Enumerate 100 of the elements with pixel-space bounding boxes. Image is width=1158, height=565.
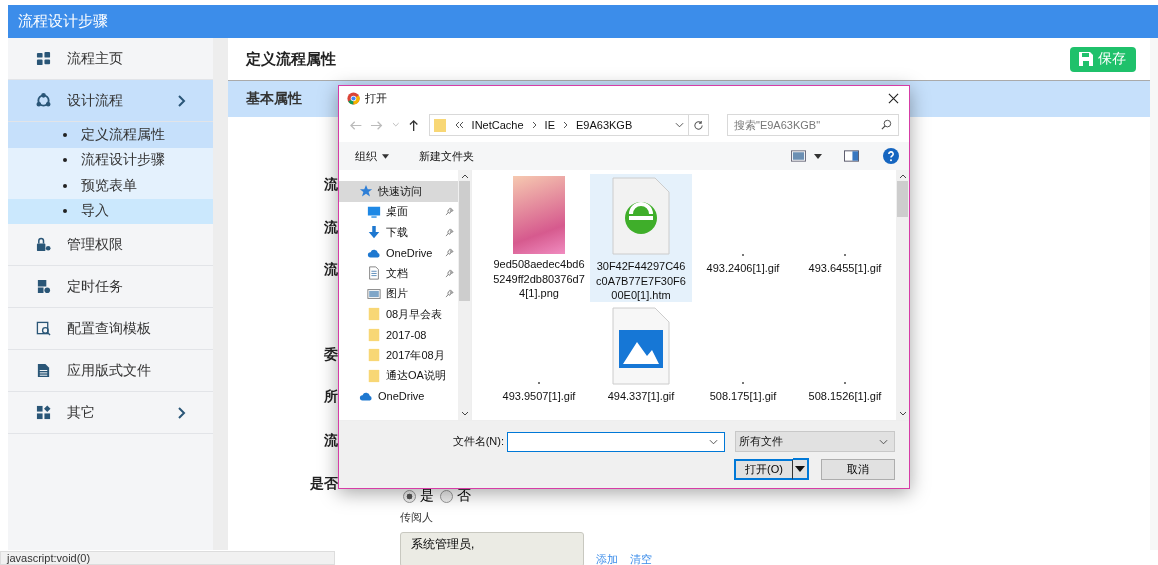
scroll-down-icon[interactable]: [460, 411, 469, 416]
bullet-icon: [63, 132, 67, 137]
form-label: 流: [324, 432, 338, 450]
scrollbar[interactable]: [458, 170, 471, 420]
link[interactable]: 添加: [596, 552, 618, 565]
form-label: 流: [324, 261, 338, 279]
document-icon: [36, 363, 51, 378]
cancel-button[interactable]: 取消: [821, 458, 895, 480]
file-item[interactable]: 493.2406[1].gif: [692, 174, 794, 302]
dropdown-icon: [674, 122, 684, 128]
grid-icon: [36, 405, 51, 420]
submenu-item[interactable]: 导入: [8, 198, 213, 224]
chevron-icon: [563, 121, 568, 129]
file-item[interactable]: 30F42F44297C46c0A7B77E7F30F600E0[1].htm: [590, 174, 692, 302]
view-options-icon[interactable]: [791, 150, 806, 162]
filename-field[interactable]: [507, 431, 725, 452]
pin-icon[interactable]: [445, 248, 454, 258]
scrollbar-thumb[interactable]: [897, 181, 908, 217]
submenu-item[interactable]: 预览表单: [8, 173, 213, 199]
folder-icon: [367, 368, 381, 383]
form-label: 流: [324, 219, 338, 237]
page-heading: 定义流程属性: [246, 49, 336, 69]
form-label: 委: [324, 346, 338, 364]
nav-item[interactable]: 下载: [339, 222, 458, 243]
caret-icon[interactable]: [814, 153, 822, 159]
pin-icon[interactable]: [445, 227, 454, 237]
dropdown-icon: [709, 438, 718, 445]
web-page-file-icon: [611, 176, 671, 256]
document-icon: [367, 266, 381, 281]
form-label: 是否: [310, 475, 338, 493]
image-file-icon: [611, 306, 671, 386]
nav-item[interactable]: OneDrive: [339, 386, 458, 407]
task-icon: [36, 279, 51, 294]
folder-icon: [433, 118, 446, 132]
new-folder-button[interactable]: 新建文件夹: [419, 148, 474, 164]
lock-icon: [36, 237, 51, 252]
nav-item[interactable]: 08月早会表: [339, 304, 458, 325]
help-icon[interactable]: [883, 148, 899, 164]
file-item[interactable]: 9ed508aedec4bd65249ff2db80376d74[1].png: [488, 174, 590, 302]
scrollbar[interactable]: [896, 170, 909, 420]
nav-item[interactable]: 文档: [339, 263, 458, 284]
scrollbar-thumb[interactable]: [459, 181, 470, 301]
page-scrollbar[interactable]: [1150, 38, 1158, 550]
pin-icon[interactable]: [445, 207, 454, 217]
sidebar-item[interactable]: 设计流程: [8, 80, 213, 122]
nav-item[interactable]: OneDrive: [339, 242, 458, 263]
recipient-field[interactable]: 系统管理员,: [400, 532, 584, 565]
page-title: 流程设计步骤: [18, 12, 108, 31]
preview-pane-icon[interactable]: [844, 150, 859, 162]
double-chevron-icon: [453, 121, 464, 129]
nav-item[interactable]: 2017年08月: [339, 345, 458, 366]
file-item[interactable]: 493.9507[1].gif: [488, 302, 590, 408]
open-button[interactable]: 打开(O): [734, 458, 793, 480]
organize-menu[interactable]: 组织: [355, 148, 389, 164]
refresh-button[interactable]: [687, 114, 709, 136]
sidebar-scrollbar[interactable]: [213, 38, 228, 550]
dialog-title: 打开: [365, 90, 388, 106]
search-field[interactable]: 搜索"E9A63KGB": [727, 114, 899, 136]
refresh-icon: [692, 119, 704, 131]
status-text: javascript:void(0): [7, 552, 91, 564]
nav-item[interactable]: 2017-08: [339, 324, 458, 345]
nav-item[interactable]: 通达OA说明: [339, 365, 458, 386]
nav-item[interactable]: 桌面: [339, 201, 458, 222]
cc-label: 传阅人: [400, 510, 434, 525]
radio-icon[interactable]: [403, 489, 416, 503]
submenu-item[interactable]: 流程设计步骤: [8, 147, 213, 173]
folder-icon: [367, 307, 381, 322]
folder-icon: [367, 348, 381, 363]
back-arrow-icon[interactable]: [349, 118, 363, 132]
scroll-up-icon[interactable]: [460, 174, 469, 179]
caret-icon[interactable]: [793, 458, 809, 480]
desktop-icon: [367, 204, 381, 219]
bullet-icon: [63, 183, 67, 188]
blocks-icon: [36, 51, 51, 66]
link[interactable]: 清空: [630, 552, 652, 565]
star-icon: [359, 184, 373, 199]
file-item[interactable]: 508.175[1].gif: [692, 302, 794, 408]
query-icon: [36, 321, 51, 336]
nav-item[interactable]: 图片: [339, 283, 458, 304]
browser-logo-icon: [347, 91, 360, 105]
bullet-icon: [63, 209, 67, 214]
file-item[interactable]: 494.337[1].gif: [590, 302, 692, 408]
folder-icon: [367, 327, 381, 342]
search-icon: [881, 119, 892, 130]
caret-icon: [382, 154, 389, 160]
close-icon[interactable]: [888, 92, 899, 104]
file-type-dropdown[interactable]: 所有文件: [735, 431, 895, 452]
file-item[interactable]: 508.1526[1].gif: [794, 302, 896, 408]
cycle-icon: [36, 93, 51, 108]
bullet-icon: [63, 158, 67, 163]
address-bar[interactable]: INetCache IE E9A63KGB: [428, 114, 689, 136]
pin-icon[interactable]: [445, 289, 454, 299]
radio-icon[interactable]: [440, 489, 453, 503]
form-label: 所: [324, 388, 338, 406]
file-item[interactable]: 493.6455[1].gif: [794, 174, 896, 302]
submenu-item[interactable]: 定义流程属性: [8, 122, 213, 148]
scroll-up-icon[interactable]: [898, 174, 907, 179]
pin-icon[interactable]: [445, 268, 454, 278]
scroll-down-icon[interactable]: [898, 411, 907, 416]
nav-item[interactable]: 快速访问: [339, 181, 458, 202]
